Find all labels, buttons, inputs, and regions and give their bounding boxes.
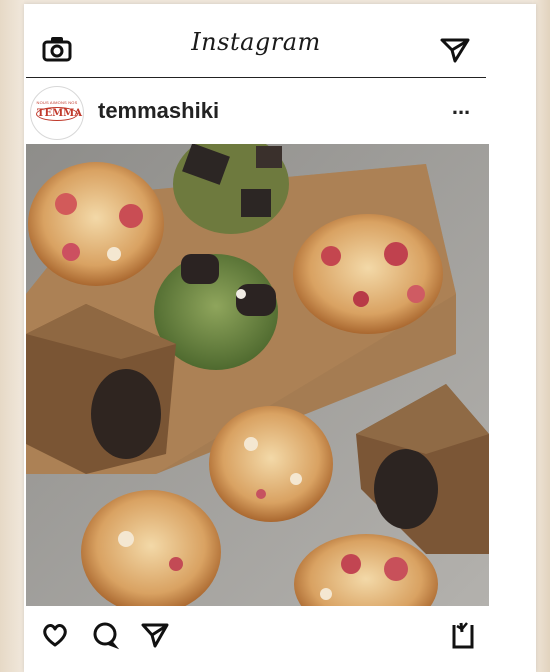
- app-title: Instagram: [191, 28, 321, 56]
- ellipsis-icon[interactable]: ...: [448, 96, 474, 122]
- comment-icon[interactable]: [90, 620, 120, 650]
- post-header: NOUS AIMONS NOS TEMMA temmashiki ...: [26, 80, 486, 144]
- heart-icon[interactable]: [40, 620, 70, 650]
- avatar[interactable]: NOUS AIMONS NOS TEMMA: [30, 86, 84, 140]
- send-icon[interactable]: [140, 620, 170, 650]
- send-icon[interactable]: [438, 34, 472, 64]
- app-header: Instagram: [26, 22, 486, 78]
- avatar-brand-logo: TEMMA: [36, 107, 82, 121]
- post-image[interactable]: [26, 144, 489, 606]
- post-actions: [26, 612, 486, 662]
- muffins-photo: [26, 144, 489, 606]
- username[interactable]: temmashiki: [98, 98, 219, 124]
- avatar-sub-text: NOUS AIMONS NOS: [36, 100, 78, 105]
- bookmark-icon[interactable]: [448, 620, 478, 650]
- backdrop-left: [0, 0, 24, 672]
